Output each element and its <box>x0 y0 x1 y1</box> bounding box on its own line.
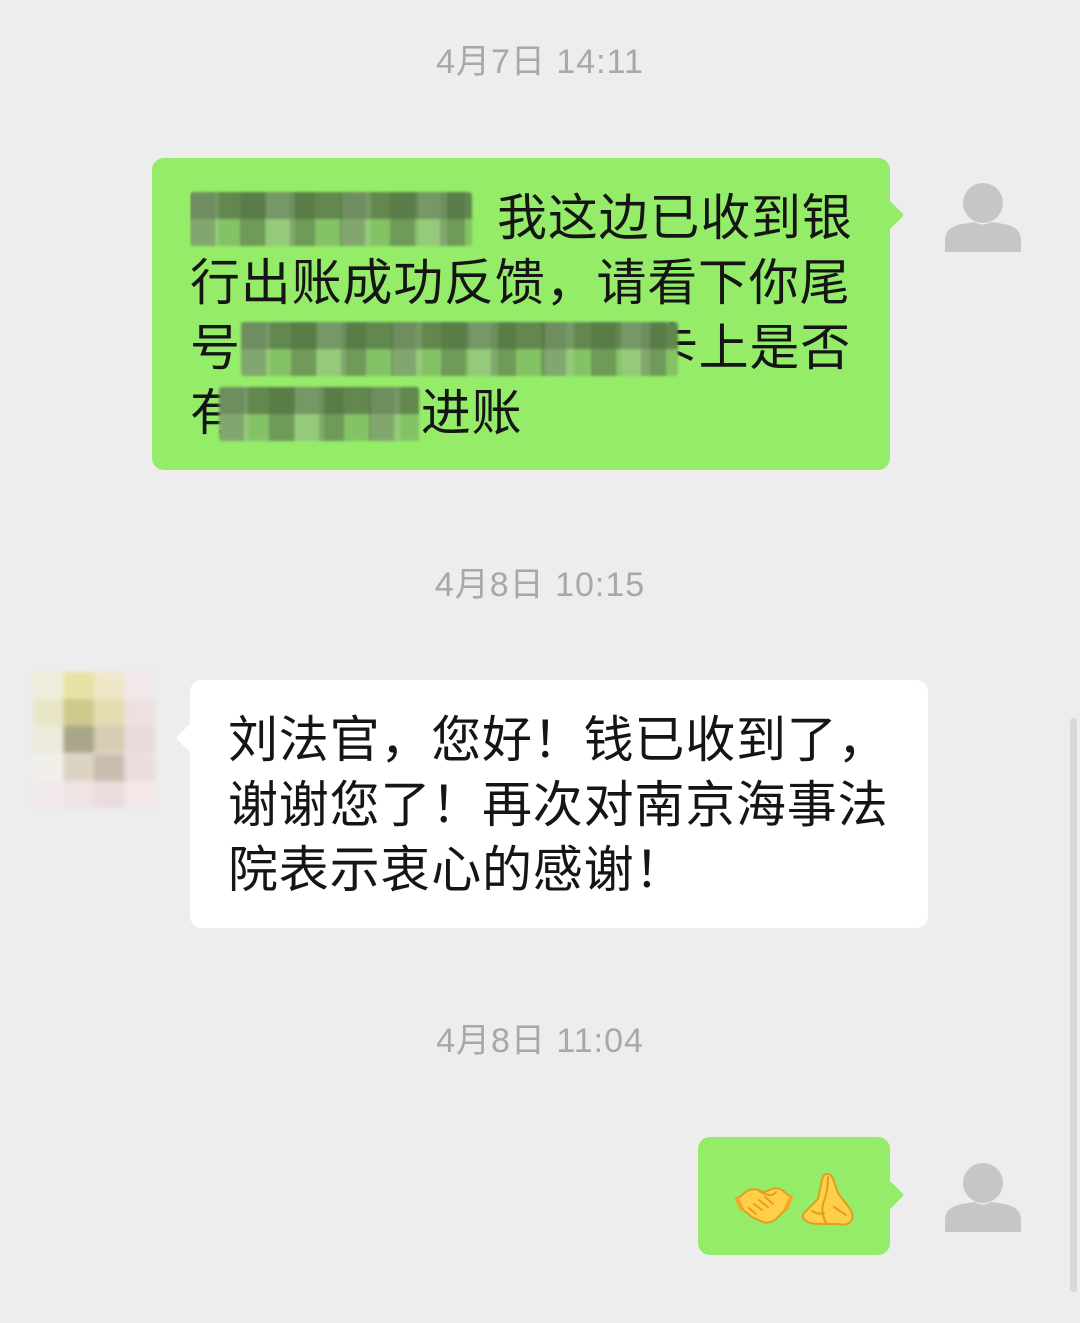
self-avatar[interactable] <box>942 1156 1024 1238</box>
handshake-emoji-icon <box>734 1179 794 1227</box>
message-line: 院表示衷心的感谢！ <box>228 838 898 903</box>
message-text: 行出账成功反馈，请看下你尾 <box>190 254 851 312</box>
bubble-tail <box>875 1180 905 1210</box>
default-avatar-icon <box>945 183 1021 252</box>
message-text: 我这边已收到银 <box>497 189 853 247</box>
message-text: 刘法官，您好！钱已收到了， <box>228 711 889 769</box>
message-text: 号 <box>190 319 241 377</box>
message-text: 卡上是否 <box>647 319 852 377</box>
chat-message-list[interactable]: 4月7日 14:11 我这边已收到银 行出账成功反馈，请看下你尾 号 卡上是否 … <box>0 0 1080 1323</box>
contact-avatar[interactable] <box>33 672 155 808</box>
bubble-tail <box>875 200 905 230</box>
scrollbar-thumb[interactable] <box>1070 718 1077 1292</box>
redacted-text <box>218 386 419 441</box>
message-text: 院表示衷心的感谢！ <box>228 841 686 899</box>
sent-emoji-message-bubble[interactable] <box>698 1137 905 1255</box>
message-line: 号 卡上是否 <box>190 316 860 381</box>
message-line: 行出账成功反馈，请看下你尾 <box>190 251 860 316</box>
bubble-tail <box>175 723 205 753</box>
message-text: 谢谢您了！再次对南京海事法 <box>228 776 889 834</box>
received-message-bubble[interactable]: 刘法官，您好！钱已收到了， 谢谢您了！再次对南京海事法 院表示衷心的感谢！ <box>175 680 928 928</box>
message-text: 进账 <box>420 384 523 442</box>
self-avatar[interactable] <box>942 176 1024 258</box>
redacted-text <box>190 191 472 246</box>
emoji-row <box>734 1167 856 1227</box>
default-avatar-icon <box>945 1163 1021 1232</box>
folded-hands-emoji-icon <box>798 1171 856 1227</box>
sent-message-bubble[interactable]: 我这边已收到银 行出账成功反馈，请看下你尾 号 卡上是否 有 进账 <box>152 158 905 470</box>
message-timestamp: 4月8日 10:15 <box>434 566 646 604</box>
message-line: 有 进账 <box>190 381 860 446</box>
message-timestamp: 4月8日 11:04 <box>436 1022 644 1060</box>
message-line: 谢谢您了！再次对南京海事法 <box>228 773 898 838</box>
message-timestamp: 4月7日 14:11 <box>436 43 644 81</box>
redacted-text <box>240 321 678 376</box>
message-line: 刘法官，您好！钱已收到了， <box>228 708 898 773</box>
message-line: 我这边已收到银 <box>190 186 860 251</box>
